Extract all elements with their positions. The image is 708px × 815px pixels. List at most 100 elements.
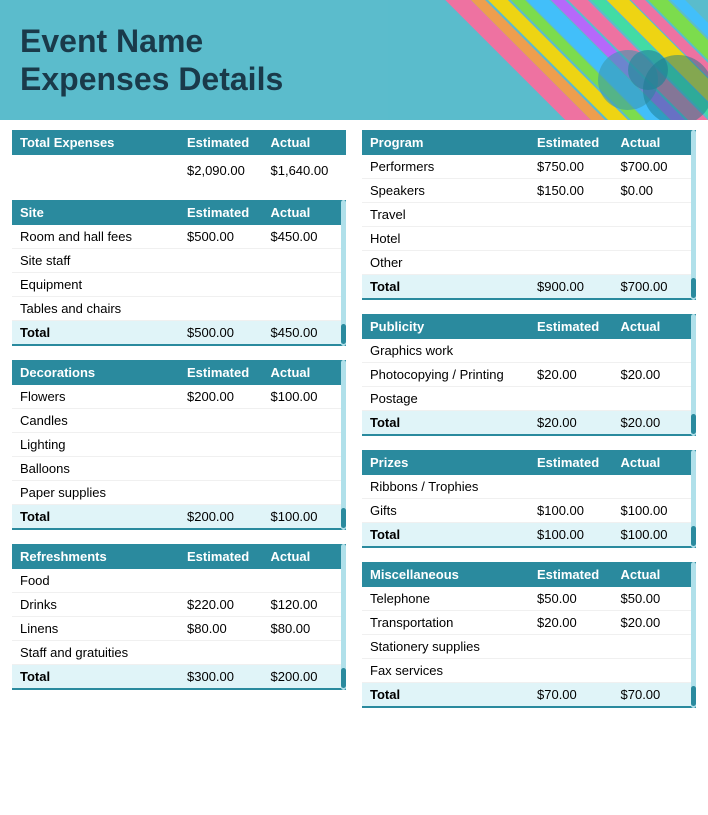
site-scrollbar[interactable] [341,200,346,346]
refreshments-actual-label: Actual [263,544,347,569]
total-expenses-values-row: $2,090.00 $1,640.00 [12,155,346,186]
misc-row3-label: Fax services [362,659,529,683]
prog-row1-estimated: $150.00 [529,179,613,203]
dec-total-estimated: $200.00 [179,505,263,530]
publicity-estimated-label: Estimated [529,314,613,339]
misc-total-estimated: $70.00 [529,683,613,708]
dec-row1-actual [263,409,347,433]
site-section: Site Estimated Actual Room and hall fees… [12,200,346,346]
decorations-actual-label: Actual [263,360,347,385]
prizes-total-actual: $100.00 [613,523,697,548]
decorations-header-label: Decorations [12,360,179,385]
program-header-label: Program [362,130,529,155]
prog-total-label: Total [362,275,529,300]
publicity-section: Publicity Estimated Actual Graphics work… [362,314,696,436]
misc-total-label: Total [362,683,529,708]
ref-row3-actual [263,641,347,665]
site-header-row: Site Estimated Actual [12,200,346,225]
table-row: Hotel [362,227,696,251]
prizes-scrollbar[interactable] [691,450,696,548]
prizes-estimated-label: Estimated [529,450,613,475]
table-row: Photocopying / Printing $20.00 $20.00 [362,363,696,387]
site-total-estimated: $500.00 [179,321,263,346]
table-row: Postage [362,387,696,411]
pub-total-actual: $20.00 [613,411,697,436]
misc-total-actual: $70.00 [613,683,697,708]
dec-row2-actual [263,433,347,457]
left-column: Total Expenses Estimated Actual $2,090.0… [12,130,346,722]
prog-row4-actual [613,251,697,275]
table-row: Candles [12,409,346,433]
right-column: Program Estimated Actual Performers $750… [362,130,696,722]
program-section: Program Estimated Actual Performers $750… [362,130,696,300]
prizes-total-label: Total [362,523,529,548]
refreshments-header-row: Refreshments Estimated Actual [12,544,346,569]
site-row3-estimated [179,297,263,321]
table-row: Lighting [12,433,346,457]
site-row1-label: Site staff [12,249,179,273]
decorations-scrollbar[interactable] [341,360,346,530]
misc-total-row: Total $70.00 $70.00 [362,683,696,708]
table-row: Other [362,251,696,275]
ref-row3-label: Staff and gratuities [12,641,179,665]
site-row0-label: Room and hall fees [12,225,179,249]
ref-row2-estimated: $80.00 [179,617,263,641]
dec-row2-label: Lighting [12,433,179,457]
pub-row1-actual: $20.00 [613,363,697,387]
prizes-row1-estimated: $100.00 [529,499,613,523]
total-expenses-header-row: Total Expenses Estimated Actual [12,130,346,155]
publicity-scrollbar[interactable] [691,314,696,436]
table-row: Gifts $100.00 $100.00 [362,499,696,523]
total-expenses-estimated-label: Estimated [179,130,263,155]
site-total-label: Total [12,321,179,346]
decorations-estimated-label: Estimated [179,360,263,385]
table-row: Ribbons / Trophies [362,475,696,499]
prizes-row1-label: Gifts [362,499,529,523]
refreshments-scrollbar[interactable] [341,544,346,690]
table-row: Travel [362,203,696,227]
prizes-header-row: Prizes Estimated Actual [362,450,696,475]
ref-row1-actual: $120.00 [263,593,347,617]
refreshments-total-row: Total $300.00 $200.00 [12,665,346,690]
program-estimated-label: Estimated [529,130,613,155]
publicity-actual-label: Actual [613,314,697,339]
table-row: Graphics work [362,339,696,363]
publicity-total-row: Total $20.00 $20.00 [362,411,696,436]
ref-row0-estimated [179,569,263,593]
dec-row1-estimated [179,409,263,433]
ref-row3-estimated [179,641,263,665]
ref-row0-actual [263,569,347,593]
prog-total-estimated: $900.00 [529,275,613,300]
table-row: Transportation $20.00 $20.00 [362,611,696,635]
table-row: Drinks $220.00 $120.00 [12,593,346,617]
site-row0-estimated: $500.00 [179,225,263,249]
miscellaneous-section: Miscellaneous Estimated Actual Telephone… [362,562,696,708]
prog-row1-actual: $0.00 [613,179,697,203]
event-name-line1: Event Name [20,22,283,60]
site-row2-actual [263,273,347,297]
site-row3-actual [263,297,347,321]
misc-estimated-label: Estimated [529,562,613,587]
pub-row0-actual [613,339,697,363]
prog-row3-label: Hotel [362,227,529,251]
prog-row2-estimated [529,203,613,227]
miscellaneous-header-row: Miscellaneous Estimated Actual [362,562,696,587]
prog-row2-actual [613,203,697,227]
prizes-total-estimated: $100.00 [529,523,613,548]
misc-actual-label: Actual [613,562,697,587]
header-decoration [388,0,708,120]
table-row: Site staff [12,249,346,273]
ref-row0-label: Food [12,569,179,593]
dec-total-actual: $100.00 [263,505,347,530]
site-total-actual: $450.00 [263,321,347,346]
misc-scrollbar[interactable] [691,562,696,708]
total-expenses-actual-label: Actual [263,130,347,155]
prizes-row1-actual: $100.00 [613,499,697,523]
decorations-section: Decorations Estimated Actual Flowers $20… [12,360,346,530]
dec-row0-actual: $100.00 [263,385,347,409]
pub-total-estimated: $20.00 [529,411,613,436]
ref-total-actual: $200.00 [263,665,347,690]
site-row2-label: Equipment [12,273,179,297]
pub-row2-estimated [529,387,613,411]
program-scrollbar[interactable] [691,130,696,300]
